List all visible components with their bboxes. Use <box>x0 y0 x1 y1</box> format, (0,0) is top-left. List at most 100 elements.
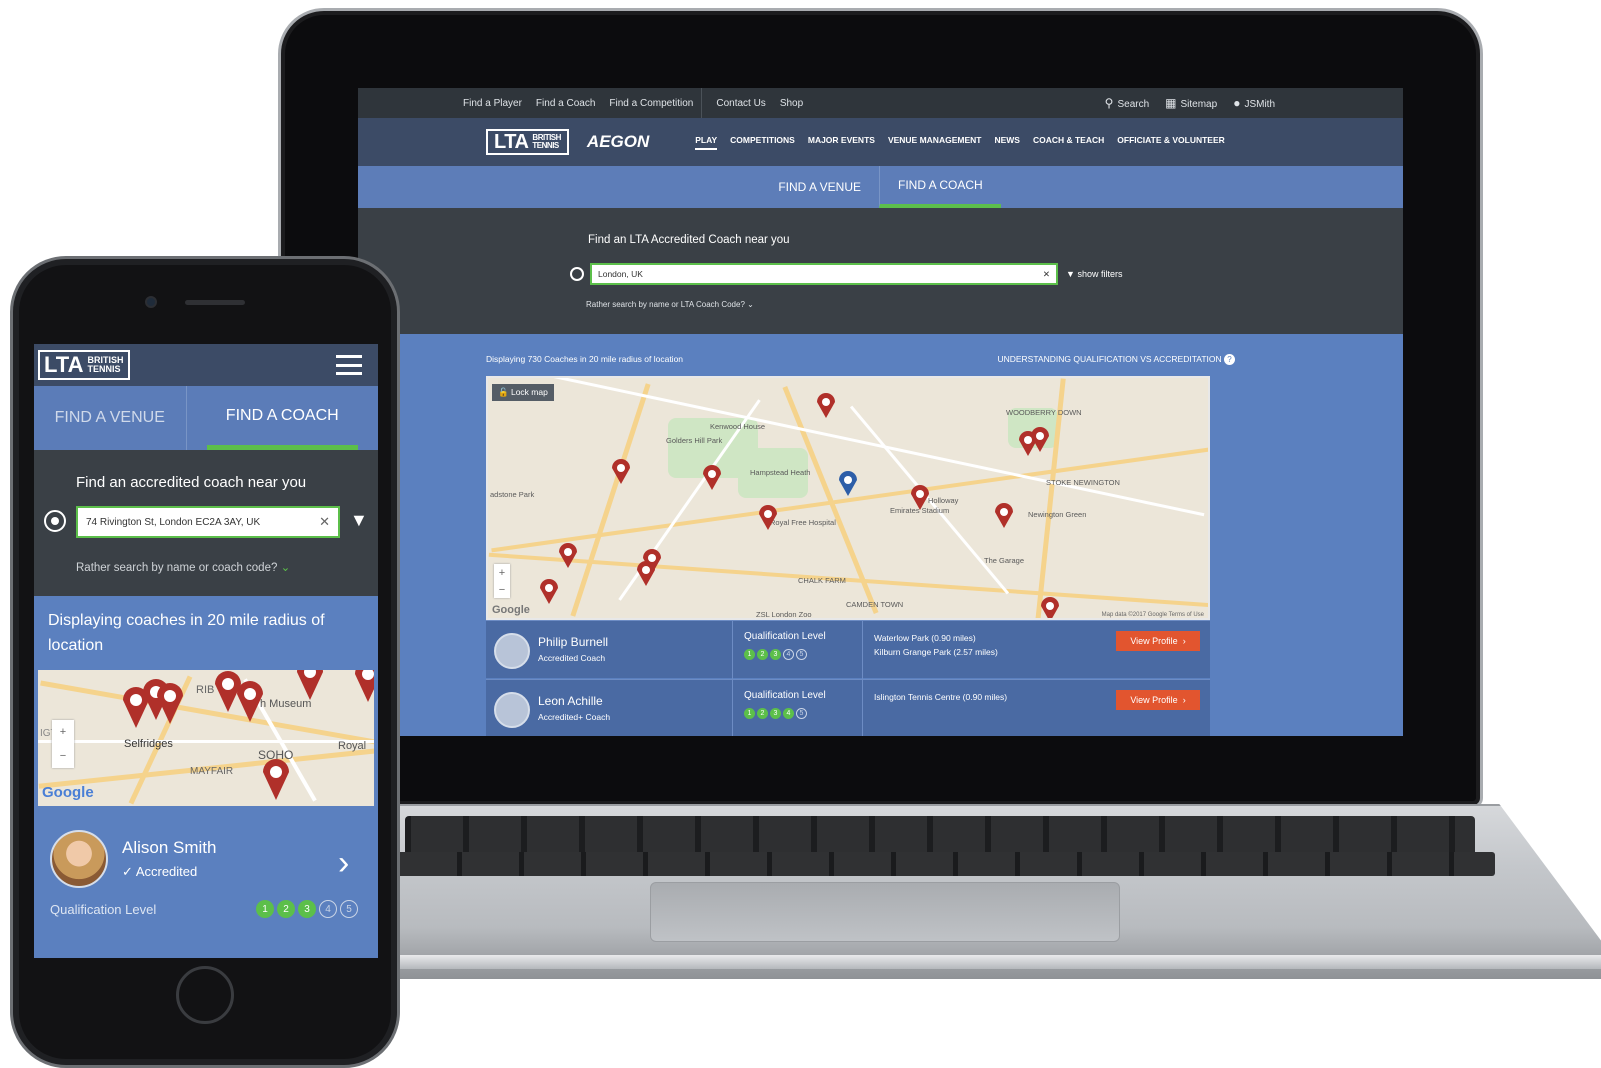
check-icon: ✓ <box>122 864 133 879</box>
map-pin[interactable] <box>540 579 558 604</box>
chevron-down-icon: ⌄ <box>747 300 754 309</box>
lta-logo[interactable]: LTA BRITISH TENNIS <box>486 129 569 155</box>
level-dot: 2 <box>757 649 768 660</box>
map-pin[interactable] <box>355 670 374 702</box>
nav-venue-management[interactable]: VENUE MANAGEMENT <box>888 135 982 150</box>
utility-links-secondary: Contact Us Shop <box>716 98 803 109</box>
results-summary: Displaying coaches in 20 mile radius of … <box>48 612 325 654</box>
show-filters-button[interactable]: ▼ show filters <box>1066 269 1122 279</box>
locate-icon[interactable] <box>44 510 66 532</box>
utility-actions: ⚲ Search ▦ Sitemap ● JSMith <box>1105 96 1275 110</box>
tab-find-coach[interactable]: FIND A COACH <box>879 166 1001 208</box>
utility-link-shop[interactable]: Shop <box>780 98 803 109</box>
laptop-keyboard-row <box>395 852 1495 876</box>
coach-map[interactable]: Kenwood House Golders Hill Park Hampstea… <box>486 376 1210 620</box>
nav-officiate-volunteer[interactable]: OFFICIATE & VOLUNTEER <box>1117 135 1225 150</box>
level-dot: 1 <box>744 708 755 719</box>
results-summary: Displaying 730 Coaches in 20 mile radius… <box>486 354 684 364</box>
map-pin[interactable] <box>1031 427 1049 452</box>
qualification-help-link[interactable]: UNDERSTANDING QUALIFICATION VS ACCREDITA… <box>997 354 1235 365</box>
tab-find-venue[interactable]: FIND A VENUE <box>760 166 879 208</box>
phone-search-section: Find an accredited coach near you 74 Riv… <box>34 450 378 596</box>
map-pin[interactable] <box>759 505 777 530</box>
alt-search-link[interactable]: Rather search by name or coach code? ⌄ <box>76 560 290 574</box>
location-search-input[interactable]: London, UK ✕ <box>590 263 1058 285</box>
column-divider <box>862 621 863 679</box>
chevron-down-icon: ⌄ <box>280 562 291 574</box>
map-pin[interactable] <box>703 465 721 490</box>
map-pin[interactable] <box>215 671 241 712</box>
map-pin[interactable] <box>1041 597 1059 620</box>
tab-find-coach[interactable]: FIND A COACH <box>206 386 358 450</box>
filter-icon: ▼ <box>1066 269 1075 279</box>
aegon-logo: AEGON <box>586 132 650 151</box>
coach-status: Accredited Coach <box>538 653 606 663</box>
column-divider <box>732 621 733 679</box>
search-label: Search <box>1117 99 1150 110</box>
utility-link-find-coach[interactable]: Find a Coach <box>536 98 595 109</box>
nav-play[interactable]: PLAY <box>695 135 718 150</box>
clear-icon[interactable]: ✕ <box>1043 269 1050 280</box>
nav-major-events[interactable]: MAJOR EVENTS <box>808 135 875 150</box>
map-pin[interactable] <box>817 393 835 418</box>
nav-news[interactable]: NEWS <box>994 135 1020 150</box>
coach-status-label: Accredited <box>135 864 198 879</box>
map-pin[interactable] <box>911 485 929 510</box>
coach-name[interactable]: Leon Achille <box>538 694 603 708</box>
phone-screen: LTA BRITISH TENNIS FIND A VENUE FIND A CO… <box>34 344 378 958</box>
tab-find-venue[interactable]: FIND A VENUE <box>34 386 187 450</box>
locate-icon[interactable] <box>570 267 584 281</box>
qualification-levels: 1 2 3 4 5 <box>256 900 358 918</box>
map-pin[interactable] <box>559 543 577 568</box>
utility-link-find-competition[interactable]: Find a Competition <box>609 98 693 109</box>
view-profile-button[interactable]: View Profile › <box>1116 631 1200 651</box>
lta-logo-sub2: TENNIS <box>532 141 559 150</box>
show-filters-label: show filters <box>1077 269 1123 279</box>
coach-result-card[interactable]: Alison Smith ✓ Accredited Qualification … <box>34 808 378 944</box>
alt-search-label: Rather search by name or coach code? <box>76 562 278 574</box>
coach-result-row[interactable]: Leon Achille Accredited+ Coach Qualifica… <box>486 679 1210 736</box>
user-name: JSMith <box>1244 99 1275 110</box>
main-nav-items: PLAY COMPETITIONS MAJOR EVENTS VENUE MAN… <box>695 135 1225 150</box>
column-divider <box>862 680 863 736</box>
qualification-label: Qualification Level <box>744 690 826 701</box>
map-pin[interactable] <box>237 681 263 722</box>
utility-link-find-player[interactable]: Find a Player <box>463 98 522 109</box>
phone-finder-tabs: FIND A VENUE FIND A COACH <box>34 386 378 450</box>
map-pin[interactable] <box>297 670 323 700</box>
clear-icon[interactable]: ✕ <box>319 514 330 530</box>
utility-divider <box>701 88 703 118</box>
map-pin[interactable] <box>637 561 655 586</box>
map-pin-selected[interactable] <box>839 471 857 496</box>
nav-coach-teach[interactable]: COACH & TEACH <box>1033 135 1104 150</box>
menu-icon[interactable] <box>336 355 362 375</box>
avatar <box>50 830 108 888</box>
search-action[interactable]: ⚲ Search <box>1105 96 1149 110</box>
phone-speaker <box>185 300 245 305</box>
utility-link-contact[interactable]: Contact Us <box>716 98 765 109</box>
location-search-value: London, UK <box>598 269 643 279</box>
view-profile-button[interactable]: View Profile › <box>1116 690 1200 710</box>
utility-links: Find a Player Find a Coach Find a Compet… <box>463 98 693 109</box>
nav-competitions[interactable]: COMPETITIONS <box>730 135 795 150</box>
chevron-right-icon[interactable]: › <box>338 844 349 883</box>
coach-name[interactable]: Alison Smith <box>122 838 216 858</box>
avatar <box>494 692 530 728</box>
map-pin[interactable] <box>157 683 183 724</box>
location-search-input[interactable]: 74 Rivington St, London EC2A 3AY, UK ✕ <box>76 506 340 538</box>
map-pin[interactable] <box>263 759 289 800</box>
filter-icon[interactable]: ▼ <box>350 510 368 531</box>
lta-logo[interactable]: LTA BRITISH TENNIS <box>38 350 130 380</box>
alt-search-link[interactable]: Rather search by name or LTA Coach Code?… <box>586 300 754 309</box>
search-heading: Find an LTA Accredited Coach near you <box>588 234 790 246</box>
sitemap-action[interactable]: ▦ Sitemap <box>1165 96 1217 110</box>
map-pin[interactable] <box>612 459 630 484</box>
level-dot: 4 <box>783 708 794 719</box>
qualification-help-label: UNDERSTANDING QUALIFICATION VS ACCREDITA… <box>997 354 1222 364</box>
user-menu[interactable]: ● JSMith <box>1233 96 1275 110</box>
coach-map[interactable]: Selfridges SOHO MAYFAIR h Museum Royal I… <box>38 670 374 806</box>
map-pin[interactable] <box>995 503 1013 528</box>
coach-name[interactable]: Philip Burnell <box>538 635 608 649</box>
search-heading: Find an accredited coach near you <box>76 474 307 491</box>
coach-result-row[interactable]: Philip Burnell Accredited Coach Qualific… <box>486 620 1210 679</box>
